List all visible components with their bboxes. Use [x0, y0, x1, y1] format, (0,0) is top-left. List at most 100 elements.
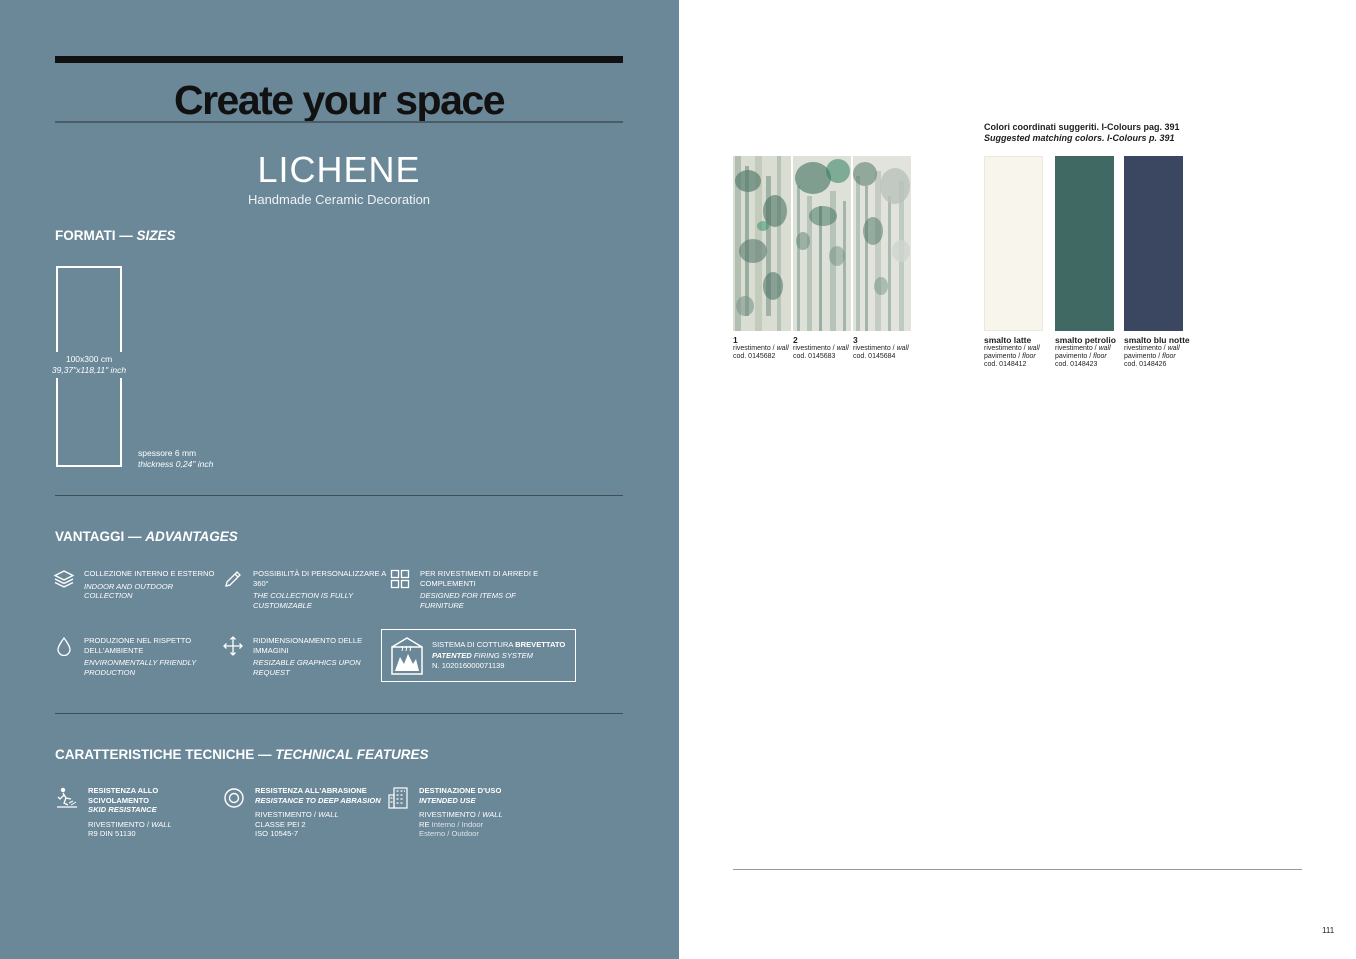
advantages-heading-it: VANTAGGI —	[55, 529, 146, 544]
decoration-use-a: rivestimento /	[853, 345, 897, 352]
swatch-name: smalto latte	[984, 335, 1032, 345]
tech-value-2b: Interno / Indoor	[431, 819, 484, 829]
decoration-use-b: wall	[896, 345, 909, 352]
swatch-floor-b: floor	[1093, 353, 1107, 361]
decoration-caption: 2 rivestimento / wall cod. 0145683	[793, 335, 849, 361]
decoration-number: 2	[793, 335, 798, 345]
swatch-floor-a: pavimento /	[984, 353, 1023, 361]
tech-value-3: Esterno / Outdoor	[419, 829, 479, 839]
swatch-code: cod. 0148423	[1055, 361, 1098, 369]
patent-line2-b: FIRING SYSTEM	[471, 650, 533, 660]
decoration-panel-2	[793, 156, 851, 331]
decoration-use-b: wall	[836, 345, 849, 352]
page-number: 111	[1322, 926, 1335, 935]
patent-line1-b: BREVETTATO	[515, 640, 566, 649]
move-arrows-icon	[223, 636, 243, 656]
decoration-use-a: rivestimento /	[733, 345, 777, 352]
tech-title: DESTINAZIONE D'USO	[419, 786, 502, 795]
swatch-floor-a: pavimento /	[1124, 353, 1163, 361]
right-panel: Colori coordinati suggeriti. I-Colours p…	[679, 0, 1356, 959]
tech-value-a: RIVESTIMENTO /	[88, 819, 152, 829]
size-diagram-bottom	[56, 378, 122, 467]
decoration-art-1	[733, 156, 791, 331]
size-label: 100x300 cm 39,37"x118,11" inch	[40, 354, 138, 376]
tech-value-b: WALL	[151, 819, 172, 829]
tech-value-b: WALL	[482, 810, 503, 820]
footer-rule	[733, 869, 1302, 870]
slip-icon	[57, 787, 77, 808]
swatch-wall-a: rivestimento /	[984, 345, 1028, 352]
swatch-caption: smalto latte rivestimento / wall pavimen…	[984, 335, 1040, 370]
swatch-floor-b: floor	[1162, 353, 1176, 361]
advantages-heading: VANTAGGI — ADVANTAGES	[55, 529, 238, 545]
advantage-it: PRODUZIONE NEL RISPETTO DELL'AMBIENTE	[84, 636, 192, 655]
kiln-icon	[391, 637, 423, 675]
tech-value-a: RIVESTIMENTO /	[255, 810, 319, 820]
advantage-it: PER RIVESTIMENTI DI ARREDI E COMPLEMENTI	[420, 569, 539, 588]
swatch-name: smalto blu notte	[1124, 335, 1190, 345]
decoration-number: 3	[853, 335, 858, 345]
sizes-heading: FORMATI — SIZES	[55, 228, 176, 244]
decoration-use-b: wall	[776, 345, 789, 352]
decoration-number: 1	[733, 335, 738, 345]
layers-icon	[54, 570, 74, 588]
swatch-caption: smalto petrolio rivestimento / wall pavi…	[1055, 335, 1116, 370]
swatch-blu-notte	[1124, 156, 1183, 331]
matching-colors-title: Colori coordinati suggeriti. I-Colours p…	[984, 122, 1180, 144]
tech-title-en: RESISTANCE TO DEEP ABRASION	[255, 795, 381, 805]
building-icon	[388, 787, 408, 809]
thickness-label: spessore 6 mm thickness 0,24" inch	[138, 448, 213, 470]
tech-title-2: SCIVOLAMENTO	[88, 795, 150, 805]
swatch-wall-b: wall	[1027, 345, 1040, 352]
advantages-heading-en: ADVANTAGES	[145, 529, 238, 544]
decoration-image	[733, 156, 911, 331]
advantage-en: THE COLLECTION IS FULLY CUSTOMIZABLE	[253, 591, 354, 610]
swatch-wall-a: rivestimento /	[1124, 345, 1168, 352]
decoration-code: cod. 0145683	[793, 353, 836, 361]
size-cm: 100x300 cm	[65, 354, 113, 364]
technical-heading-en: TECHNICAL FEATURES	[275, 747, 429, 762]
swatch-wall-b: wall	[1098, 345, 1111, 352]
decoration-use-a: rivestimento /	[793, 345, 837, 352]
product-name: LICHENE	[257, 149, 421, 190]
tech-value-a: RIVESTIMENTO /	[419, 810, 483, 820]
left-panel: Create your space LICHENE Handmade Ceram…	[0, 0, 679, 959]
tech-value-b: WALL	[318, 810, 339, 820]
swatch-wall-a: rivestimento /	[1055, 345, 1099, 352]
thickness-it: spessore 6 mm	[138, 448, 197, 458]
title-bar	[55, 56, 623, 63]
patent-line2-a: PATENTED	[432, 650, 472, 660]
swatch-code: cod. 0148412	[984, 361, 1027, 369]
decoration-art-3	[853, 156, 911, 331]
sizes-heading-it: FORMATI —	[55, 228, 137, 243]
swatch-name: smalto petrolio	[1055, 335, 1116, 345]
title-rule	[55, 121, 623, 123]
swatch-petrolio	[1055, 156, 1114, 331]
patent-text: SISTEMA DI COTTURA BREVETTATO PATENTED F…	[432, 640, 572, 672]
swatch-floor-b: floor	[1022, 353, 1036, 361]
abrasion-icon	[224, 788, 244, 808]
swatch-code: cod. 0148426	[1124, 361, 1167, 369]
technical-heading-it: CARATTERISTICHE TECNICHE —	[55, 747, 276, 762]
swatch-floor-a: pavimento /	[1055, 353, 1094, 361]
size-inch: 39,37"x118,11" inch	[51, 365, 127, 375]
advantage-it: POSSIBILITÀ DI PERSONALIZZARE A 360°	[253, 569, 386, 588]
decoration-caption: 1 rivestimento / wall cod. 0145682	[733, 335, 789, 361]
decoration-panel-1	[733, 156, 791, 331]
tech-title-en: SKID RESISTANCE	[88, 805, 157, 815]
swatch-caption: smalto blu notte rivestimento / wall pav…	[1124, 335, 1190, 370]
swatch-latte	[984, 156, 1043, 331]
tech-value-3: ISO 10545-7	[255, 829, 299, 839]
advantage-en: RESIZABLE GRAPHICS UPON REQUEST	[253, 658, 361, 677]
tech-title: RESISTENZA ALL'ABRASIONE	[255, 786, 367, 795]
product-subtitle: Handmade Ceramic Decoration	[247, 192, 431, 207]
decoration-code: cod. 0145682	[733, 353, 776, 361]
matching-title-en: Suggested matching colors. I-Colours p. …	[984, 133, 1175, 143]
grid-icon	[390, 569, 410, 589]
drop-icon	[57, 636, 71, 656]
thickness-en: thickness 0,24" inch	[138, 459, 214, 469]
advantage-en: ENVIRONMENTALLY FRIENDLY PRODUCTION	[84, 658, 197, 677]
patent-line1-a: SISTEMA DI COTTURA	[432, 640, 516, 649]
page-title: Create your space	[173, 77, 506, 123]
tech-value-2: R9 DIN 51130	[88, 829, 136, 839]
